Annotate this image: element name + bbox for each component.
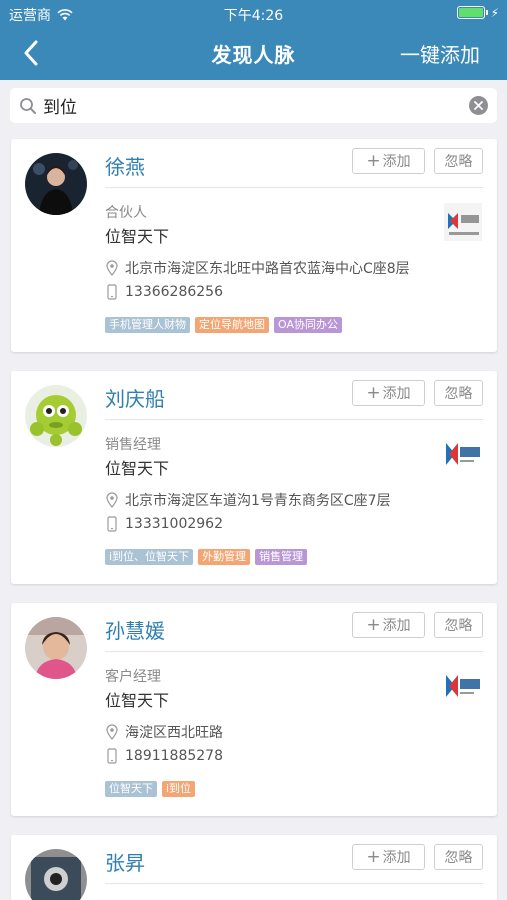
divider — [105, 651, 483, 652]
battery-indicator: ⚡ — [456, 5, 499, 20]
contact-company: 位智天下 — [105, 227, 170, 246]
tag-list: 位智天下 i到位 — [105, 781, 200, 797]
add-button-label: 添加 — [382, 618, 411, 634]
ignore-button[interactable]: 忽略 — [434, 148, 483, 174]
contact-card[interactable]: 孙慧媛 + 添加 忽略 客户经理 位智天下 海淀区西北旺路 18911885278… — [11, 603, 497, 816]
phone-icon — [105, 515, 119, 533]
tag: 外勤管理 — [198, 549, 251, 565]
phone-row: 13366286256 — [105, 283, 223, 301]
plus-icon: + — [366, 847, 381, 867]
contact-company: 位智天下 — [105, 691, 170, 710]
add-button-label: 添加 — [382, 154, 411, 170]
tag: 位智天下 — [105, 781, 157, 797]
tag: 销售管理 — [255, 549, 308, 565]
add-button[interactable]: + 添加 — [352, 380, 425, 406]
address-row: 北京市海淀区东北旺中路首农蓝海中心C座8层 — [105, 258, 410, 278]
avatar — [25, 617, 87, 679]
phone-icon — [105, 283, 119, 301]
ignore-button[interactable]: 忽略 — [434, 380, 483, 406]
ignore-button[interactable]: 忽略 — [434, 612, 483, 638]
phone-row: 13331002962 — [105, 515, 223, 533]
contact-role: 客户经理 — [105, 669, 161, 685]
avatar — [25, 849, 87, 900]
contact-role: 合伙人 — [105, 205, 147, 221]
contact-card[interactable]: 刘庆船 + 添加 忽略 销售经理 位智天下 北京市海淀区车道沟1号青东商务区C座7… — [11, 371, 497, 584]
clear-search-icon[interactable] — [469, 96, 488, 115]
contact-name[interactable]: 孙慧媛 — [105, 615, 165, 644]
search-icon — [17, 95, 39, 117]
phone-row: 18911885278 — [105, 747, 223, 765]
app-header: 运营商 下午4:26 ⚡ 发现人脉 一键添加 — [0, 0, 507, 80]
charging-icon: ⚡ — [490, 5, 499, 20]
company-logo — [443, 666, 483, 706]
contact-name[interactable]: 刘庆船 — [105, 383, 165, 412]
avatar — [25, 153, 87, 215]
contact-address: 海淀区西北旺路 — [125, 725, 223, 741]
contact-phone[interactable]: 13331002962 — [125, 516, 223, 532]
nav-bar: 发现人脉 一键添加 — [0, 26, 507, 80]
add-button-label: 添加 — [382, 386, 411, 402]
add-button[interactable]: + 添加 — [352, 844, 425, 870]
location-pin-icon — [105, 491, 119, 509]
contact-phone[interactable]: 18911885278 — [125, 748, 223, 764]
contact-name[interactable]: 徐燕 — [105, 151, 145, 180]
address-row: 海淀区西北旺路 — [105, 722, 223, 742]
contact-address: 北京市海淀区东北旺中路首农蓝海中心C座8层 — [125, 261, 410, 277]
company-logo — [443, 434, 483, 474]
avatar — [25, 385, 87, 447]
plus-icon: + — [366, 615, 381, 635]
add-button[interactable]: + 添加 — [352, 148, 425, 174]
tag-list: 手机管理人财物 定位导航地图 OA协同办公 — [105, 317, 347, 333]
status-bar: 运营商 下午4:26 ⚡ — [0, 0, 507, 26]
contact-address: 北京市海淀区车道沟1号青东商务区C座7层 — [125, 493, 391, 509]
ignore-button[interactable]: 忽略 — [434, 844, 483, 870]
tag: i到位、位智天下 — [105, 549, 194, 565]
divider — [105, 883, 483, 884]
contact-card[interactable]: 张昇 + 添加 忽略 — [11, 835, 497, 900]
add-button[interactable]: + 添加 — [352, 612, 425, 638]
search-bar — [10, 88, 497, 123]
add-button-label: 添加 — [382, 850, 411, 866]
location-pin-icon — [105, 259, 119, 277]
plus-icon: + — [366, 151, 381, 171]
tag: 手机管理人财物 — [105, 317, 190, 333]
add-all-button[interactable]: 一键添加 — [400, 39, 480, 68]
tag: 定位导航地图 — [195, 317, 269, 333]
divider — [105, 187, 483, 188]
battery-icon — [456, 6, 485, 19]
contact-name[interactable]: 张昇 — [105, 847, 145, 876]
tag: i到位 — [162, 781, 196, 797]
tag: OA协同办公 — [274, 317, 342, 333]
company-logo — [443, 202, 483, 242]
divider — [105, 419, 483, 420]
contact-role: 销售经理 — [105, 437, 161, 453]
contact-phone[interactable]: 13366286256 — [125, 284, 223, 300]
address-row: 北京市海淀区车道沟1号青东商务区C座7层 — [105, 490, 391, 510]
search-input[interactable] — [43, 95, 453, 116]
contact-card[interactable]: 徐燕 + 添加 忽略 合伙人 位智天下 北京市海淀区东北旺中路首农蓝海中心C座8层… — [11, 139, 497, 352]
phone-icon — [105, 747, 119, 765]
plus-icon: + — [366, 383, 381, 403]
tag-list: i到位、位智天下 外勤管理 销售管理 — [105, 549, 312, 565]
contact-company: 位智天下 — [105, 459, 170, 478]
status-time: 下午4:26 — [223, 8, 284, 24]
location-pin-icon — [105, 723, 119, 741]
